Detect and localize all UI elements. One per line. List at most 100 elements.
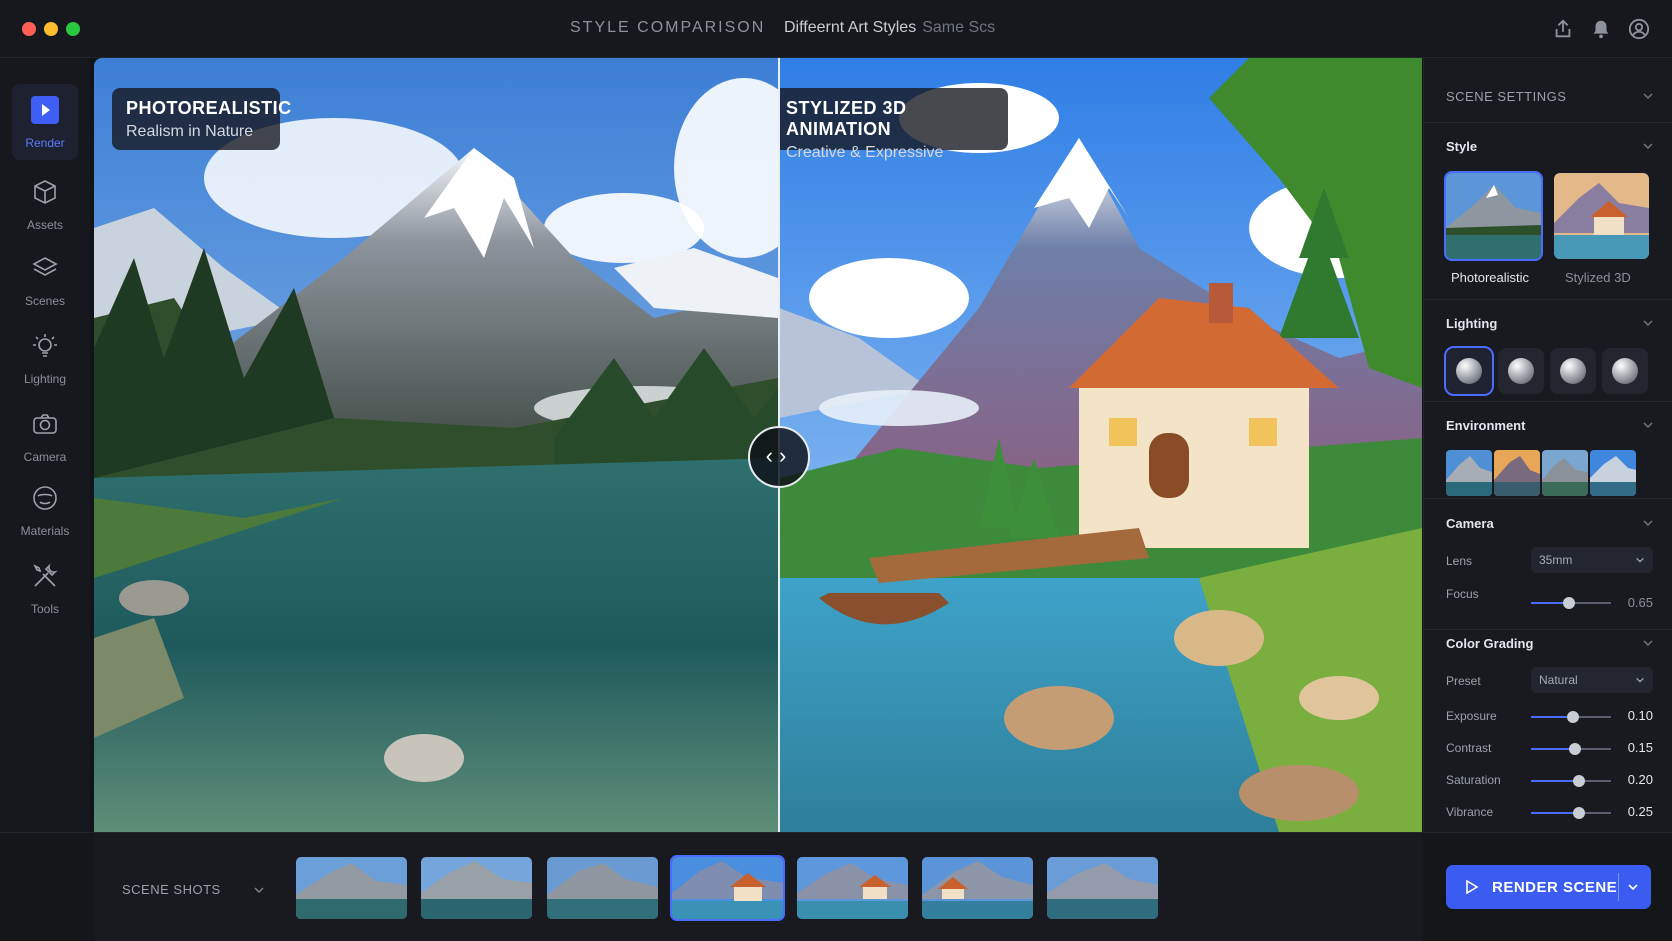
exposure-slider[interactable] — [1531, 711, 1611, 723]
rail-item-camera[interactable]: Camera — [12, 398, 78, 474]
share-icon[interactable] — [1552, 18, 1574, 40]
scene-shot-thumbnail[interactable] — [797, 857, 908, 919]
layers-icon — [32, 257, 58, 276]
scene-shot-thumbnail[interactable] — [922, 857, 1033, 919]
color-grading-heading: Color Grading — [1446, 636, 1534, 651]
style-option-photorealistic[interactable] — [1444, 171, 1543, 261]
chevron-down-icon — [1636, 557, 1644, 563]
environment-option-4[interactable] — [1590, 450, 1636, 496]
environment-thumbnail — [1494, 450, 1540, 496]
contrast-slider[interactable] — [1531, 743, 1611, 755]
sphere-preview-icon — [1612, 358, 1638, 384]
shot-image — [296, 857, 407, 919]
focus-label: Focus — [1446, 587, 1479, 601]
bottom-bar: SCENE SHOTS RENDER SCENE — [0, 832, 1672, 941]
rail-item-assets[interactable]: Assets — [12, 166, 78, 242]
maximize-window-button[interactable] — [66, 22, 80, 36]
contrast-label: Contrast — [1446, 741, 1492, 755]
shot-image — [672, 857, 783, 919]
lighting-heading: Lighting — [1446, 316, 1498, 331]
lighting-preset-1[interactable] — [1444, 346, 1494, 396]
preset-value: Natural — [1539, 673, 1578, 687]
slider-knob[interactable] — [1567, 711, 1579, 723]
lens-label: Lens — [1446, 554, 1473, 568]
environment-option-1[interactable] — [1446, 450, 1492, 496]
divider — [1424, 299, 1672, 300]
shot-image — [797, 857, 908, 919]
chevron-down-icon[interactable] — [1642, 140, 1654, 152]
scene-shot-thumbnail-selected[interactable] — [670, 855, 785, 921]
focus-value: 0.65 — [1627, 595, 1653, 610]
lighting-preset-4[interactable] — [1602, 348, 1648, 394]
vibrance-slider[interactable] — [1531, 807, 1611, 819]
saturation-slider[interactable] — [1531, 775, 1611, 787]
scene-shot-thumbnail[interactable] — [547, 857, 658, 919]
close-window-button[interactable] — [22, 22, 36, 36]
scene-shot-thumbnail[interactable] — [1047, 857, 1158, 919]
lighting-preset-2[interactable] — [1498, 348, 1544, 394]
style-heading: Style — [1446, 139, 1478, 154]
photorealistic-landscape-image — [94, 58, 778, 832]
user-avatar-icon[interactable] — [1628, 18, 1650, 40]
lens-select[interactable]: 35mm — [1531, 547, 1653, 573]
divider — [1424, 629, 1672, 630]
exposure-label: Exposure — [1446, 709, 1497, 723]
divider — [1424, 401, 1672, 402]
minimize-window-button[interactable] — [44, 22, 58, 36]
chevron-down-icon[interactable] — [1642, 317, 1654, 329]
focus-slider[interactable] — [1531, 597, 1611, 609]
style-label-photorealistic: Photorealistic — [1451, 270, 1530, 285]
chevron-down-icon[interactable] — [1642, 419, 1654, 431]
lens-value: 35mm — [1539, 553, 1573, 567]
chevron-down-icon[interactable] — [1642, 517, 1654, 529]
rail-label-render: Render — [25, 136, 65, 150]
scene-shot-thumbnail[interactable] — [296, 857, 407, 919]
split-slider-handle[interactable]: ‹› — [748, 426, 810, 488]
rail-label-camera: Camera — [23, 450, 67, 464]
camera-icon — [33, 414, 57, 434]
slider-knob[interactable] — [1573, 807, 1585, 819]
left-style-subtitle: Realism in Nature — [126, 123, 254, 140]
environment-thumbnail — [1590, 450, 1636, 496]
button-divider — [1618, 873, 1619, 901]
style-option-stylized-3d[interactable] — [1554, 173, 1649, 259]
shot-image — [1047, 857, 1158, 919]
sphere-preview-icon — [1560, 358, 1586, 384]
wrench-screwdriver-icon — [33, 563, 58, 587]
bell-icon[interactable] — [1590, 18, 1612, 40]
right-style-subtitle: Creative & Expressive — [786, 144, 944, 161]
light-bulb-icon — [33, 334, 57, 357]
rail-item-tools[interactable]: Tools — [12, 550, 78, 626]
rail-item-scenes[interactable]: Scenes — [12, 242, 78, 318]
vibrance-value: 0.25 — [1627, 804, 1653, 819]
left-toolbar: Render Assets Scenes Lighting Camera Mat… — [0, 58, 90, 832]
render-scene-button[interactable]: RENDER SCENE — [1446, 865, 1651, 909]
chevron-down-icon[interactable] — [1642, 90, 1654, 102]
slider-knob[interactable] — [1563, 597, 1575, 609]
contrast-value: 0.15 — [1627, 740, 1653, 755]
preset-select[interactable]: Natural — [1531, 667, 1653, 693]
environment-option-3[interactable] — [1542, 450, 1588, 496]
camera-heading: Camera — [1446, 516, 1494, 531]
left-style-title: PHOTOREALISTIC — [126, 98, 292, 118]
lighting-preset-3[interactable] — [1550, 348, 1596, 394]
shot-image — [547, 857, 658, 919]
slider-knob[interactable] — [1573, 775, 1585, 787]
chevron-down-icon[interactable] — [253, 884, 265, 896]
sphere-preview-icon — [1508, 358, 1534, 384]
slider-knob[interactable] — [1569, 743, 1581, 755]
scene-shot-thumbnail[interactable] — [421, 857, 532, 919]
chevron-down-icon[interactable] — [1642, 637, 1654, 649]
stylized-render: STYLIZED 3D ANIMATION Creative & Express… — [779, 58, 1422, 832]
window-subtitle: Diffeernt Art Styles Same Scs — [784, 19, 995, 37]
rail-item-lighting[interactable]: Lighting — [12, 320, 78, 396]
right-style-title: STYLIZED 3D ANIMATION — [786, 98, 907, 139]
rail-item-render[interactable]: Render — [12, 84, 78, 160]
chevron-down-icon[interactable] — [1627, 881, 1639, 893]
shot-image — [421, 857, 532, 919]
rail-item-materials[interactable]: Materials — [12, 472, 78, 548]
environment-option-2[interactable] — [1494, 450, 1540, 496]
render-icon — [31, 96, 59, 124]
saturation-value: 0.20 — [1627, 772, 1653, 787]
photorealistic-render: PHOTOREALISTIC Realism in Nature — [94, 58, 778, 832]
